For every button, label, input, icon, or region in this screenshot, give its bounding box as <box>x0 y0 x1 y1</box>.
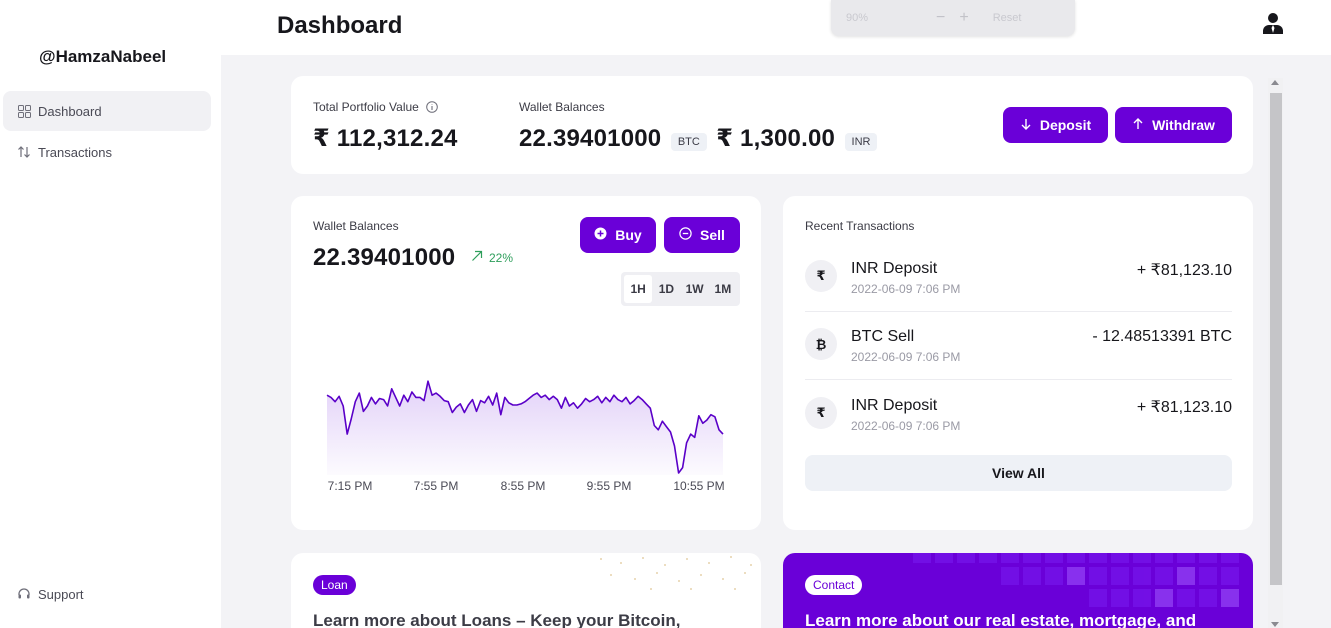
contact-promo-text: Learn more about our real estate, mortga… <box>805 611 1197 628</box>
btc-unit-badge: BTC <box>670 132 707 151</box>
trend-up-icon <box>471 250 483 265</box>
arrows-updown-icon <box>17 145 31 159</box>
timeframe-selector: 1H 1D 1W 1M <box>621 272 740 306</box>
x-tick-label: 8:55 PM <box>501 479 546 493</box>
user-avatar-icon[interactable] <box>1262 12 1284 34</box>
sidebar-item-support[interactable]: Support <box>3 574 211 614</box>
dot-pattern-decoration <box>600 556 752 590</box>
rupee-icon: ₹ <box>805 260 837 292</box>
grid-icon <box>17 104 31 118</box>
sidebar-item-label: Support <box>38 586 84 602</box>
loan-badge: Loan <box>313 575 356 595</box>
transaction-name: INR Deposit <box>851 260 938 277</box>
loan-promo-text: Learn more about Loans – Keep your Bitco… <box>313 611 681 628</box>
transaction-date: 2022-06-09 7:06 PM <box>851 419 961 433</box>
sell-button[interactable]: Sell <box>664 217 740 253</box>
wallet-balance-chart: 7:15 PM 7:55 PM 8:55 PM 9:55 PM 10:55 PM <box>326 380 725 493</box>
topbar: Dashboard 90% − + Reset <box>221 0 1331 55</box>
withdraw-button[interactable]: Withdraw <box>1115 107 1232 143</box>
x-tick-label: 9:55 PM <box>587 479 632 493</box>
scroll-down-arrow[interactable] <box>1271 622 1279 627</box>
page-title: Dashboard <box>277 12 403 39</box>
btc-balance: 22.39401000 <box>519 125 662 152</box>
buy-button[interactable]: Buy <box>580 217 656 253</box>
inr-unit-badge: INR <box>844 132 878 151</box>
x-tick-label: 10:55 PM <box>673 479 724 493</box>
recent-transactions-title: Recent Transactions <box>805 219 915 233</box>
transaction-amount: + ₹81,123.10 <box>1136 399 1232 416</box>
arrow-down-icon <box>1020 117 1032 133</box>
view-all-button[interactable]: View All <box>805 455 1232 491</box>
wallet-balances-row: 22.39401000 BTC ₹ 1,300.00 INR <box>519 124 878 153</box>
zoom-in-button[interactable]: + <box>959 9 968 27</box>
transaction-row[interactable]: ₹ INR Deposit 2022-06-09 7:06 PM + ₹81,1… <box>805 392 1232 460</box>
divider <box>805 311 1232 312</box>
deposit-button[interactable]: Deposit <box>1003 107 1108 143</box>
total-portfolio-value: ₹ 112,312.24 <box>313 125 458 152</box>
contact-promo-card[interactable]: Contact Learn more about our real estate… <box>783 553 1253 628</box>
timeframe-1m[interactable]: 1M <box>709 275 737 303</box>
zoom-reset-button[interactable]: Reset <box>993 12 1022 24</box>
transaction-amount: + ₹81,123.10 <box>1136 262 1232 279</box>
transaction-date: 2022-06-09 7:06 PM <box>851 282 961 296</box>
zoom-level: 90% <box>846 12 869 24</box>
x-tick-label: 7:15 PM <box>328 479 373 493</box>
wallet-balances-label: Wallet Balances <box>519 100 605 114</box>
arrow-up-icon <box>1132 117 1144 133</box>
info-icon[interactable] <box>426 101 438 116</box>
timeframe-1h[interactable]: 1H <box>624 275 653 303</box>
inr-balance: ₹ 1,300.00 <box>716 125 836 152</box>
timeframe-1w[interactable]: 1W <box>681 275 709 303</box>
transaction-row[interactable]: ₹ INR Deposit 2022-06-09 7:06 PM + ₹81,1… <box>805 255 1232 323</box>
loan-promo-card[interactable]: Loan Learn more about Loans – Keep your … <box>291 553 761 628</box>
change-indicator: 22% <box>471 250 513 265</box>
rupee-icon: ₹ <box>805 397 837 429</box>
headset-icon <box>17 587 31 601</box>
transaction-date: 2022-06-09 7:06 PM <box>851 350 961 364</box>
chart-area-fill <box>327 381 723 475</box>
plus-circle-icon <box>594 227 607 243</box>
timeframe-1d[interactable]: 1D <box>652 275 680 303</box>
x-tick-label: 7:55 PM <box>414 479 459 493</box>
divider <box>805 379 1232 380</box>
zoom-out-button[interactable]: − <box>936 9 945 27</box>
transaction-name: BTC Sell <box>851 328 915 345</box>
transaction-amount: - 12.48513391 BTC <box>1092 328 1232 345</box>
transaction-row[interactable]: ₿ BTC Sell 2022-06-09 7:06 PM - 12.48513… <box>805 323 1232 391</box>
transaction-name: INR Deposit <box>851 397 938 414</box>
contact-badge: Contact <box>805 575 863 595</box>
total-portfolio-label: Total Portfolio Value <box>313 100 438 116</box>
scroll-up-arrow[interactable] <box>1271 80 1279 85</box>
change-percent: 22% <box>489 250 514 265</box>
bitcoin-icon: ₿ <box>805 328 837 360</box>
sidebar-item-transactions[interactable]: Transactions <box>3 132 211 172</box>
chart-card-value: 22.39401000 <box>313 244 456 271</box>
sidebar-item-label: Transactions <box>38 144 112 160</box>
scrollbar-thumb[interactable] <box>1270 93 1282 585</box>
chart-card-label: Wallet Balances <box>313 219 399 233</box>
minus-circle-icon <box>679 227 692 243</box>
zoom-popup: 90% − + Reset <box>831 0 1075 36</box>
sidebar-item-dashboard[interactable]: Dashboard <box>3 91 211 131</box>
username: @HamzaNabeel <box>39 47 167 66</box>
sidebar-item-label: Dashboard <box>38 103 102 119</box>
sidebar: @HamzaNabeel Dashboard Transactions Supp… <box>0 0 221 628</box>
